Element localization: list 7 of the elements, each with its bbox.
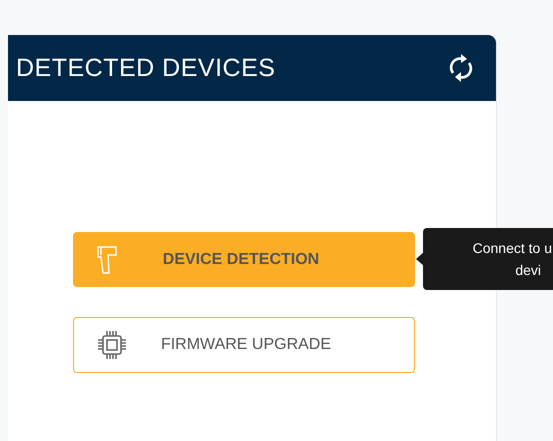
menu-button[interactable]: FIRMWARE UPGRADE	[73, 317, 415, 373]
chip-icon	[96, 329, 128, 361]
menu-button[interactable]: DEVICE DETECTION	[73, 232, 415, 287]
refresh-icon[interactable]	[448, 53, 474, 83]
tooltip: Connect to u devi	[423, 228, 553, 290]
scanner-icon	[96, 244, 118, 274]
panel-title: DETECTED DEVICES	[16, 54, 276, 82]
